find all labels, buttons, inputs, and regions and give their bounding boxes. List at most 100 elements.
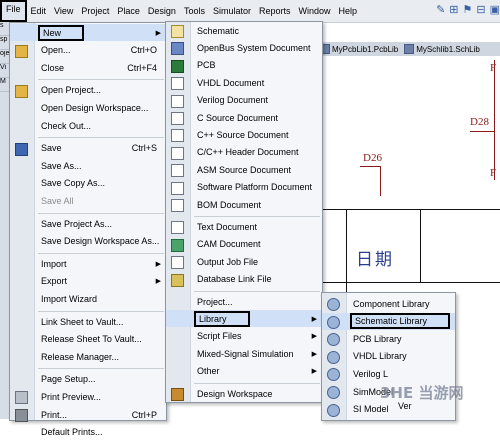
menu-bar: File Edit View Project Place Design Tool…: [0, 0, 500, 23]
new-item-design-workspace[interactable]: Design Workspace: [166, 385, 322, 402]
file-item-link-sheet-to-vault[interactable]: Link Sheet to Vault...: [10, 313, 166, 330]
chevron-right-icon: ▶: [155, 278, 161, 286]
file-item-export[interactable]: Export ▶: [10, 273, 166, 290]
toolbar-icon[interactable]: ⊟: [476, 3, 485, 16]
new-item-project[interactable]: Project...: [166, 293, 322, 310]
watermark-logo: 3HE 当游网: [380, 384, 464, 402]
new-item-other[interactable]: Other ▶: [166, 363, 322, 380]
menu-design[interactable]: Design: [144, 2, 180, 20]
new-item-schematic[interactable]: Schematic: [166, 22, 322, 39]
file-item-save-copy-as[interactable]: Save Copy As...: [10, 175, 166, 192]
new-item-database-link-file[interactable]: Database Link File: [166, 271, 322, 288]
menu-item-label: Output Job File: [197, 256, 259, 267]
menu-help[interactable]: Help: [335, 2, 362, 20]
new-item-software-platform-document[interactable]: Software Platform Document: [166, 179, 322, 196]
menu-item-label: Import: [41, 258, 67, 269]
file-item-import[interactable]: Import ▶: [10, 255, 166, 272]
new-item-c-source-document[interactable]: C++ Source Document: [166, 126, 322, 143]
menu-item-label: Script Files: [197, 331, 242, 342]
file-item-open-design-workspace[interactable]: Open Design Workspace...: [10, 99, 166, 116]
new-item-asm-source-document[interactable]: ASM Source Document: [166, 161, 322, 178]
menu-separator: [38, 252, 164, 254]
table-border: [322, 282, 500, 283]
menu-window[interactable]: Window: [294, 2, 334, 20]
menu-item-label: Project...: [197, 296, 233, 307]
library-item-si-model[interactable]: SI Model: [322, 401, 455, 418]
menu-item-label: Verilog L: [353, 368, 389, 379]
library-item-schematic-library[interactable]: Schematic Library: [322, 312, 455, 330]
file-item-release-manager[interactable]: Release Manager...: [10, 348, 166, 365]
new-item-verilog-document[interactable]: Verilog Document: [166, 92, 322, 109]
library-item-vhdl-library[interactable]: VHDL Library: [322, 348, 455, 365]
new-item-openbus-system-document[interactable]: OpenBus System Document: [166, 39, 322, 56]
library-item-pcb-library[interactable]: PCB Library: [322, 330, 455, 347]
new-item-c-source-document[interactable]: C Source Document: [166, 109, 322, 126]
library-item-component-library[interactable]: Component Library: [322, 295, 455, 312]
toolbar-icon[interactable]: ▣: [490, 3, 500, 16]
file-item-save-design-workspace-as[interactable]: Save Design Workspace As...: [10, 233, 166, 250]
file-item-close[interactable]: Close Ctrl+F4: [10, 59, 166, 76]
menu-view[interactable]: View: [50, 2, 77, 20]
file-item-check-out[interactable]: Check Out...: [10, 117, 166, 134]
open-folder-icon: [15, 44, 28, 58]
menu-reports[interactable]: Reports: [255, 2, 295, 20]
file-item-default-prints[interactable]: Default Prints...: [10, 424, 166, 441]
menu-item-label: C Source Document: [197, 112, 279, 123]
file-item-release-sheet-to-vault[interactable]: Release Sheet To Vault...: [10, 331, 166, 348]
new-item-mixed-signal-simulation[interactable]: Mixed-Signal Simulation ▶: [166, 345, 322, 362]
new-item-pcb[interactable]: PCB: [166, 57, 322, 74]
new-item-text-document[interactable]: Text Document: [166, 218, 322, 235]
tab-pcblib[interactable]: MyPcbLib1.PcbLib: [320, 44, 398, 54]
save-icon: [15, 142, 28, 156]
file-item-print[interactable]: Print... Ctrl+P: [10, 406, 166, 423]
file-item-save-as[interactable]: Save As...: [10, 157, 166, 174]
chevron-right-icon: ▶: [311, 350, 317, 358]
wire: [360, 166, 380, 167]
menu-item-label: Open...: [41, 45, 71, 56]
new-item-script-files[interactable]: Script Files ▶: [166, 328, 322, 345]
menu-separator: [194, 290, 320, 292]
toolbar-icon[interactable]: ✎: [436, 3, 445, 16]
new-item-library[interactable]: Library ▶: [166, 310, 322, 328]
new-item-cam-document[interactable]: CAM Document: [166, 236, 322, 253]
menu-tools[interactable]: Tools: [180, 2, 209, 20]
menu-item-label: VHDL Document: [197, 77, 265, 88]
tab-label: MyPcbLib1.PcbLib: [332, 44, 399, 54]
file-item-print-preview[interactable]: Print Preview...: [10, 388, 166, 405]
new-item-c-c-header-document[interactable]: C/C++ Header Document: [166, 144, 322, 161]
file-item-import-wizard[interactable]: Import Wizard: [10, 290, 166, 307]
net-label: D26: [363, 152, 382, 164]
lib-icon: [327, 403, 340, 417]
doc-icon: [171, 77, 184, 91]
lib-icon: [327, 350, 340, 364]
menu-simulator[interactable]: Simulator: [209, 2, 255, 20]
menu-project[interactable]: Project: [77, 2, 113, 20]
file-item-page-setup[interactable]: Page Setup...: [10, 371, 166, 388]
menu-item-label: Component Library: [353, 298, 430, 309]
file-menu: New ▶ Open... Ctrl+O Close Ctrl+F4 Open Projec…: [9, 22, 167, 437]
lib-icon: [327, 386, 340, 399]
net-label: F: [490, 62, 497, 74]
library-item-verilog-l[interactable]: Verilog L: [322, 365, 455, 382]
new-item-vhdl-document[interactable]: VHDL Document: [166, 74, 322, 91]
toolbar-icon[interactable]: ⚑: [463, 3, 473, 16]
menu-item-label: Verilog Document: [197, 95, 269, 106]
file-item-save-project-as[interactable]: Save Project As...: [10, 215, 166, 232]
menu-edit[interactable]: Edit: [27, 2, 51, 20]
tab-schlib[interactable]: MySchlib1.SchLib: [404, 44, 480, 54]
file-item-save[interactable]: Save Ctrl+S: [10, 140, 166, 157]
table-border: [322, 209, 500, 210]
menu-place[interactable]: Place: [113, 2, 144, 20]
toolbar-icon[interactable]: ⊞: [449, 3, 458, 16]
doc-icon: [171, 181, 184, 195]
menu-item-label: Release Sheet To Vault...: [41, 334, 142, 345]
menu-item-shortcut: Ctrl+P: [131, 409, 157, 420]
new-item-output-job-file[interactable]: Output Job File: [166, 253, 322, 270]
file-item-open-project[interactable]: Open Project...: [10, 82, 166, 99]
file-item-open[interactable]: Open... Ctrl+O: [10, 42, 166, 59]
preview-icon: [15, 391, 28, 405]
new-item-bom-document[interactable]: BOM Document: [166, 196, 322, 213]
menu-file[interactable]: File: [0, 0, 27, 22]
tab-label: MySchlib1.SchLib: [416, 44, 480, 54]
file-item-new[interactable]: New ▶: [10, 24, 166, 41]
